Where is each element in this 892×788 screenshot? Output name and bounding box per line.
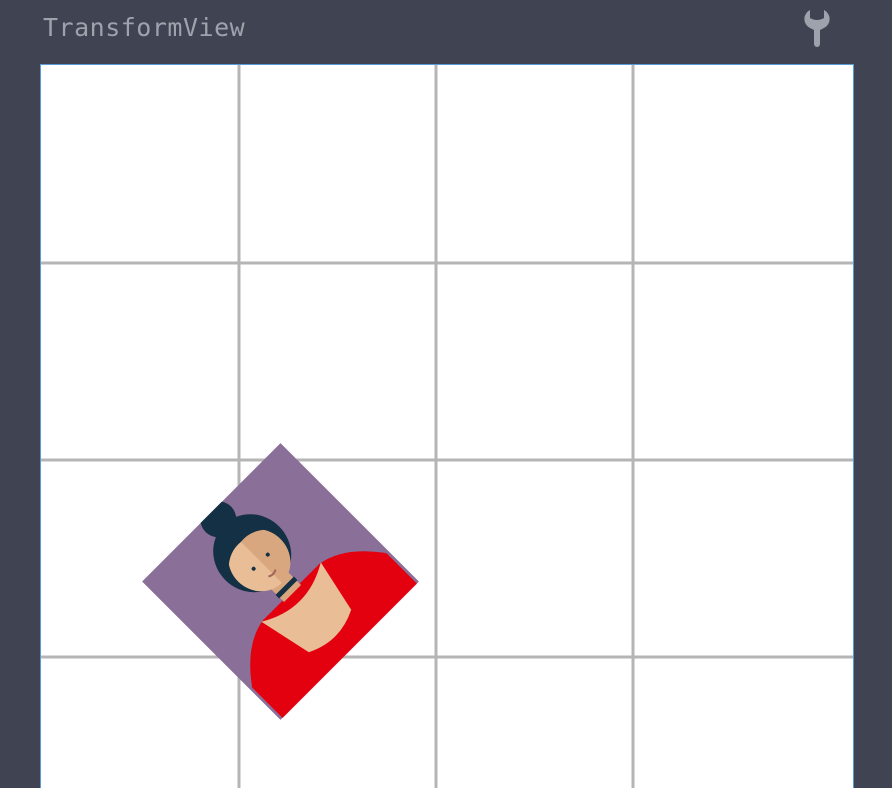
window-title: TransformView: [43, 13, 246, 42]
wrench-icon[interactable]: [804, 8, 832, 48]
transform-view-window: TransformView: [0, 0, 892, 788]
rotated-image[interactable]: [142, 443, 419, 720]
